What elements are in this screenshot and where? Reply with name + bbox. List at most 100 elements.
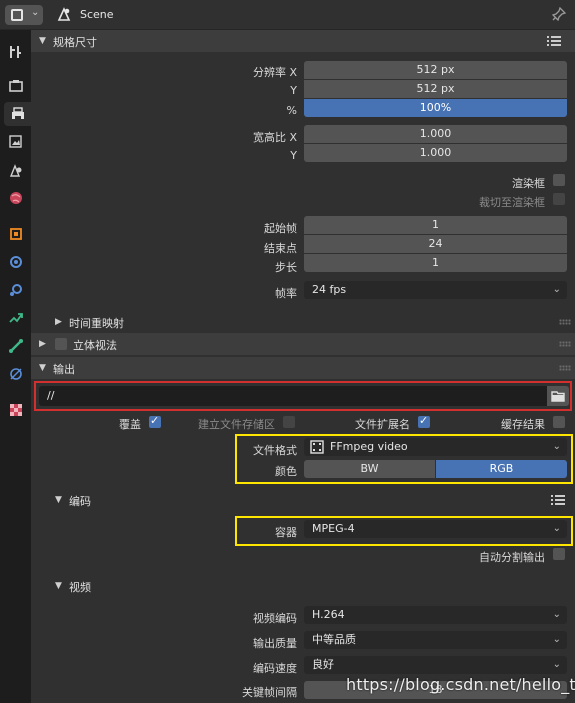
tab-object[interactable] [4,222,28,246]
frame-step-field[interactable]: 1 [304,254,567,272]
properties-content: ▼ 规格尺寸 分辨率 X 512 px Y 512 px % 100% 宽高比 … [31,30,575,703]
presets-menu-icon[interactable] [551,495,565,506]
drag-grip-icon[interactable] [559,365,571,371]
properties-editor-icon [11,9,23,21]
panel-title: 规格尺寸 [53,36,97,49]
expand-arrow-icon: ▼ [55,495,62,505]
stereoscopy-checkbox[interactable] [55,338,67,350]
frame-start-label: 起始帧 [264,222,297,235]
frame-start-field[interactable]: 1 [304,216,567,234]
placeholders-checkbox[interactable] [283,416,295,428]
tab-world[interactable] [4,186,28,210]
aspect-x-field[interactable]: 1.000 [304,125,567,143]
physics-icon [9,313,23,323]
output-quality-label: 输出质量 [253,637,297,650]
container-label: 容器 [275,526,297,539]
overwrite-checkbox[interactable] [149,414,161,428]
object-icon [10,228,22,240]
chevron-down-icon: ⌄ [31,7,40,18]
output-quality-dropdown[interactable]: 中等品质 ⌄ [304,631,567,649]
stereoscopy-panel-header[interactable]: ▶ 立体视法 [31,333,575,355]
tab-particles[interactable] [4,278,28,302]
encoding-subpanel-header[interactable]: ▼ 编码 [55,489,575,511]
autosplit-label: 自动分割输出 [479,551,545,564]
fps-dropdown[interactable]: 24 fps ⌄ [304,281,567,299]
tab-tool[interactable] [4,40,28,64]
frame-end-label: 结束点 [264,242,297,255]
frame-step-label: 步长 [275,261,297,274]
tab-render[interactable] [4,74,28,98]
video-subpanel-header[interactable]: ▼ 视频 [55,575,575,597]
properties-tabs [0,30,31,703]
collapse-arrow-icon: ▶ [39,339,46,349]
chevron-down-icon: ⌄ [552,523,561,534]
output-path-field[interactable]: // [39,386,547,406]
tab-scene[interactable] [4,158,28,182]
tab-constraints[interactable] [4,334,28,358]
tool-icon [10,46,21,58]
res-x-label: 分辨率 X [252,66,297,79]
data-icon [10,368,22,380]
file-extensions-label: 文件扩展名 [355,418,410,431]
placeholders-label: 建立文件存储区 [198,418,275,431]
container-dropdown[interactable]: MPEG-4 ⌄ [304,520,567,538]
panel-title: 输出 [53,363,75,376]
output-panel-header[interactable]: ▼ 输出 [31,357,575,379]
autosplit-checkbox[interactable] [553,548,565,560]
image-stack-icon [9,135,22,148]
properties-header: ⌄ Scene [0,0,575,30]
drag-grip-icon[interactable] [559,341,571,347]
crop-region-checkbox[interactable] [553,193,565,205]
tab-output[interactable] [4,102,31,126]
tab-physics[interactable] [4,306,28,330]
aspect-x-label: 宽高比 X [252,131,297,144]
expand-arrow-icon: ▼ [55,581,62,591]
resolution-y-field[interactable]: 512 px [304,80,567,98]
color-bw-button[interactable]: BW [304,460,435,478]
tab-data[interactable] [4,362,28,386]
editor-type-button[interactable]: ⌄ [5,5,43,25]
collapse-arrow-icon: ▶ [55,317,62,327]
color-rgb-button[interactable]: RGB [436,460,567,478]
dimensions-panel-header[interactable]: ▼ 规格尺寸 [31,30,575,52]
render-region-checkbox[interactable] [553,174,565,186]
frame-end-field[interactable]: 24 [304,235,567,253]
drag-grip-icon[interactable] [559,319,571,325]
subpanel-title: 视频 [69,581,91,594]
resolution-x-field[interactable]: 512 px [304,61,567,79]
particles-icon [10,284,22,296]
video-codec-dropdown[interactable]: H.264 ⌄ [304,606,567,624]
checker-texture-icon [10,404,22,416]
encoding-speed-label: 编码速度 [253,662,297,675]
chevron-down-icon: ⌄ [552,634,561,645]
output-quality-value: 中等品质 [312,633,356,646]
time-remap-subpanel[interactable]: ▶ 时间重映射 [55,311,575,333]
file-extensions-checkbox[interactable] [418,414,430,428]
tab-modifiers[interactable] [4,250,28,274]
chevron-down-icon: ⌄ [552,441,561,452]
crop-region-label: 裁切至渲染框 [479,196,545,209]
container-value: MPEG-4 [312,522,355,535]
printer-icon [11,107,24,120]
render-region-label: 渲染框 [512,177,545,190]
presets-menu-icon[interactable] [547,36,561,47]
tab-view-layer[interactable] [4,130,28,154]
world-icon [10,192,22,204]
tab-texture[interactable] [4,398,28,422]
pin-icon[interactable] [552,7,566,21]
scene-title: Scene [80,8,114,21]
aspect-y-field[interactable]: 1.000 [304,144,567,162]
cache-result-label: 缓存结果 [501,418,545,431]
chevron-down-icon: ⌄ [552,284,561,295]
overwrite-label: 覆盖 [119,418,141,431]
resolution-percent-slider[interactable]: 100% [304,99,567,117]
encoding-speed-dropdown[interactable]: 良好 ⌄ [304,656,567,674]
keyframe-interval-label: 关键帧间隔 [242,686,297,699]
subpanel-title: 编码 [69,495,91,508]
file-format-dropdown[interactable]: FFmpeg video ⌄ [304,438,567,456]
percent-label: % [286,104,297,117]
constraints-icon [9,339,23,353]
file-browse-button[interactable] [547,386,569,406]
video-codec-value: H.264 [312,608,345,621]
cache-result-checkbox[interactable] [553,416,565,428]
